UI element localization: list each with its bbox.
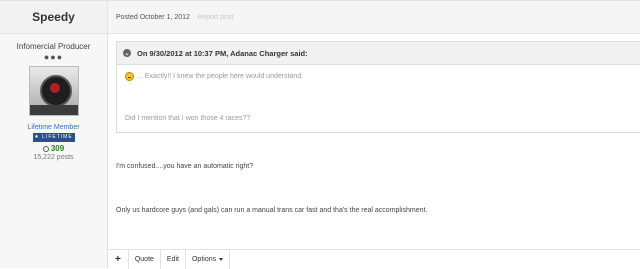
edit-button[interactable]: Edit: [161, 250, 186, 269]
caret-down-icon: [219, 258, 224, 261]
reputation-icon: [42, 146, 49, 152]
post-count: 15,222 posts: [33, 154, 74, 161]
post-text-2: Only us hardcore guys (and gals) can run…: [116, 207, 428, 214]
options-label: Options: [191, 256, 217, 263]
laughing-emoji-icon: [125, 72, 134, 81]
report-post-link[interactable]: · Report post: [193, 14, 233, 21]
member-group[interactable]: Lifetime Member: [0, 124, 107, 131]
quote-text-2: Did I mention that I won those 4 races??: [125, 115, 251, 122]
post-actions: + Quote Edit Options: [108, 249, 640, 269]
badge-text: LIFETIME: [42, 134, 73, 140]
quote-text-1: ... Exactly!! I knew the people here wou…: [137, 73, 304, 80]
posted-date: Posted October 1, 2012: [116, 13, 190, 21]
avatar-base-shape: [29, 105, 78, 115]
quote-button[interactable]: Quote: [129, 250, 161, 269]
user-title: Infomercial Producer: [16, 42, 91, 51]
options-button[interactable]: Options: [186, 250, 231, 269]
rank-dots: ●●●: [43, 52, 64, 62]
quote-header[interactable]: ⌄ On 9/30/2012 at 10:37 PM, Adanac Charg…: [117, 42, 640, 65]
author-header: Speedy: [0, 1, 107, 34]
post-meta: Posted October 1, 2012 · Report post: [108, 1, 640, 34]
lifetime-badge: ★ LIFETIME: [32, 133, 75, 142]
multiquote-plus-button[interactable]: +: [108, 250, 129, 269]
avatar-red-shape: [49, 83, 60, 93]
quote-line-1: ... Exactly!! I knew the people here wou…: [125, 72, 303, 81]
chevron-down-icon[interactable]: ⌄: [123, 49, 131, 57]
author-panel: Speedy Infomercial Producer ●●● Lifetime…: [0, 1, 108, 268]
username[interactable]: Speedy: [32, 10, 75, 24]
post-content: Posted October 1, 2012 · Report post ⌄ O…: [108, 1, 640, 269]
avatar[interactable]: [28, 66, 79, 116]
reputation-value: 309: [50, 144, 65, 153]
quote-block: ⌄ On 9/30/2012 at 10:37 PM, Adanac Charg…: [116, 41, 640, 133]
forum-post: Speedy Infomercial Producer ●●● Lifetime…: [0, 0, 640, 269]
quote-citation: On 9/30/2012 at 10:37 PM, Adanac Charger…: [137, 48, 308, 58]
post-text-1: I'm confused....you have an automatic ri…: [116, 163, 254, 170]
reputation[interactable]: 309: [0, 144, 107, 153]
